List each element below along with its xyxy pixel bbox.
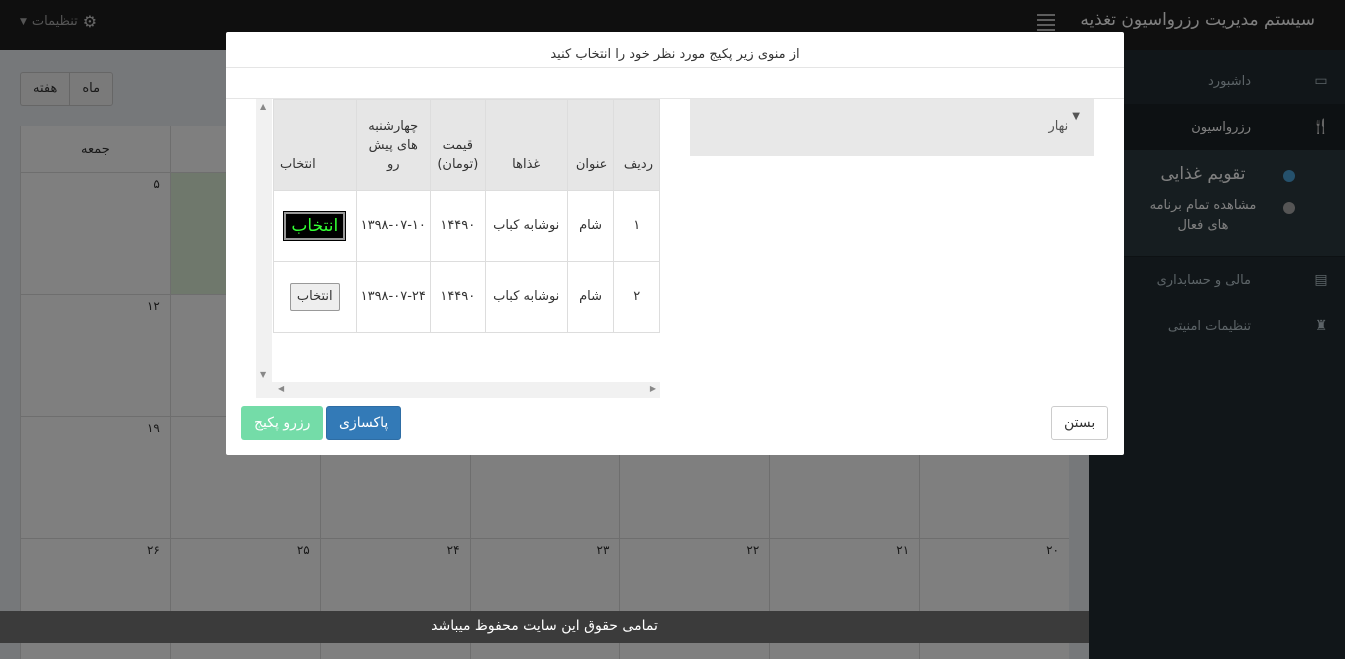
column-header: ردیف: [613, 99, 660, 191]
cell-foods: نوشابه کباب: [484, 261, 568, 333]
meal-accordion[interactable]: ▼ نهار: [690, 99, 1094, 156]
scroll-left-icon[interactable]: ◀: [278, 384, 284, 393]
scroll-right-icon[interactable]: ▶: [650, 384, 656, 393]
column-header: غذاها: [484, 99, 568, 191]
caret-down-icon: ▼: [1072, 111, 1080, 122]
cell-title: شام: [566, 190, 615, 262]
column-header: عنوان: [566, 99, 615, 191]
modal-divider: [226, 68, 1124, 99]
cell-title: شام: [566, 261, 615, 333]
horizontal-scrollbar[interactable]: ◀ ▶: [256, 382, 660, 398]
clear-button[interactable]: پاکسازی: [326, 406, 402, 440]
cell-price: ۱۴۴۹۰: [429, 190, 486, 262]
cell-row-number: ۱: [613, 190, 660, 262]
column-header: چهارشنبه های پیش رو: [355, 99, 431, 191]
package-modal: از منوی زیر پکیج مورد نظر خود را انتخاب …: [226, 32, 1124, 455]
cell-select: انتخاب: [273, 190, 357, 262]
accordion-label: نهار: [1048, 119, 1069, 134]
table-header-row: ردیف عنوان غذاها قیمت (تومان) چهارشنبه ه…: [273, 99, 660, 191]
select-button[interactable]: انتخاب: [289, 283, 340, 311]
cell-select: انتخاب: [273, 261, 357, 333]
close-button[interactable]: بستن: [1051, 406, 1109, 440]
cell-date: ۱۳۹۸-۰۷-۲۴: [355, 261, 431, 333]
cell-date: ۱۳۹۸-۰۷-۱۰: [355, 190, 431, 262]
scroll-down-icon[interactable]: ▼: [260, 370, 266, 379]
cell-price: ۱۴۴۹۰: [429, 261, 486, 333]
cell-foods: نوشابه کباب: [484, 190, 568, 262]
column-header: انتخاب: [273, 99, 357, 191]
package-table: ردیف عنوان غذاها قیمت (تومان) چهارشنبه ه…: [273, 99, 660, 333]
modal-title: از منوی زیر پکیج مورد نظر خود را انتخاب …: [226, 32, 1124, 68]
reserve-package-button[interactable]: رزرو پکیج: [241, 406, 324, 440]
page-footer: تمامی حقوق این سایت محفوظ میباشد: [0, 611, 1089, 643]
scroll-up-icon[interactable]: ▲: [260, 102, 266, 111]
select-button[interactable]: انتخاب: [283, 211, 347, 241]
vertical-scrollbar[interactable]: ▲ ▼: [256, 99, 272, 382]
column-header: قیمت (تومان): [429, 99, 486, 191]
table-row: ۲ شام نوشابه کباب ۱۴۴۹۰ ۱۳۹۸-۰۷-۲۴ انتخا…: [273, 261, 660, 333]
cell-row-number: ۲: [613, 261, 660, 333]
package-table-container[interactable]: ▲ ▼ ردیف عنوان غذاها قیمت (تومان) چهارشن…: [256, 99, 660, 398]
table-row: ۱ شام نوشابه کباب ۱۴۴۹۰ ۱۳۹۸-۰۷-۱۰ انتخا…: [273, 190, 660, 262]
